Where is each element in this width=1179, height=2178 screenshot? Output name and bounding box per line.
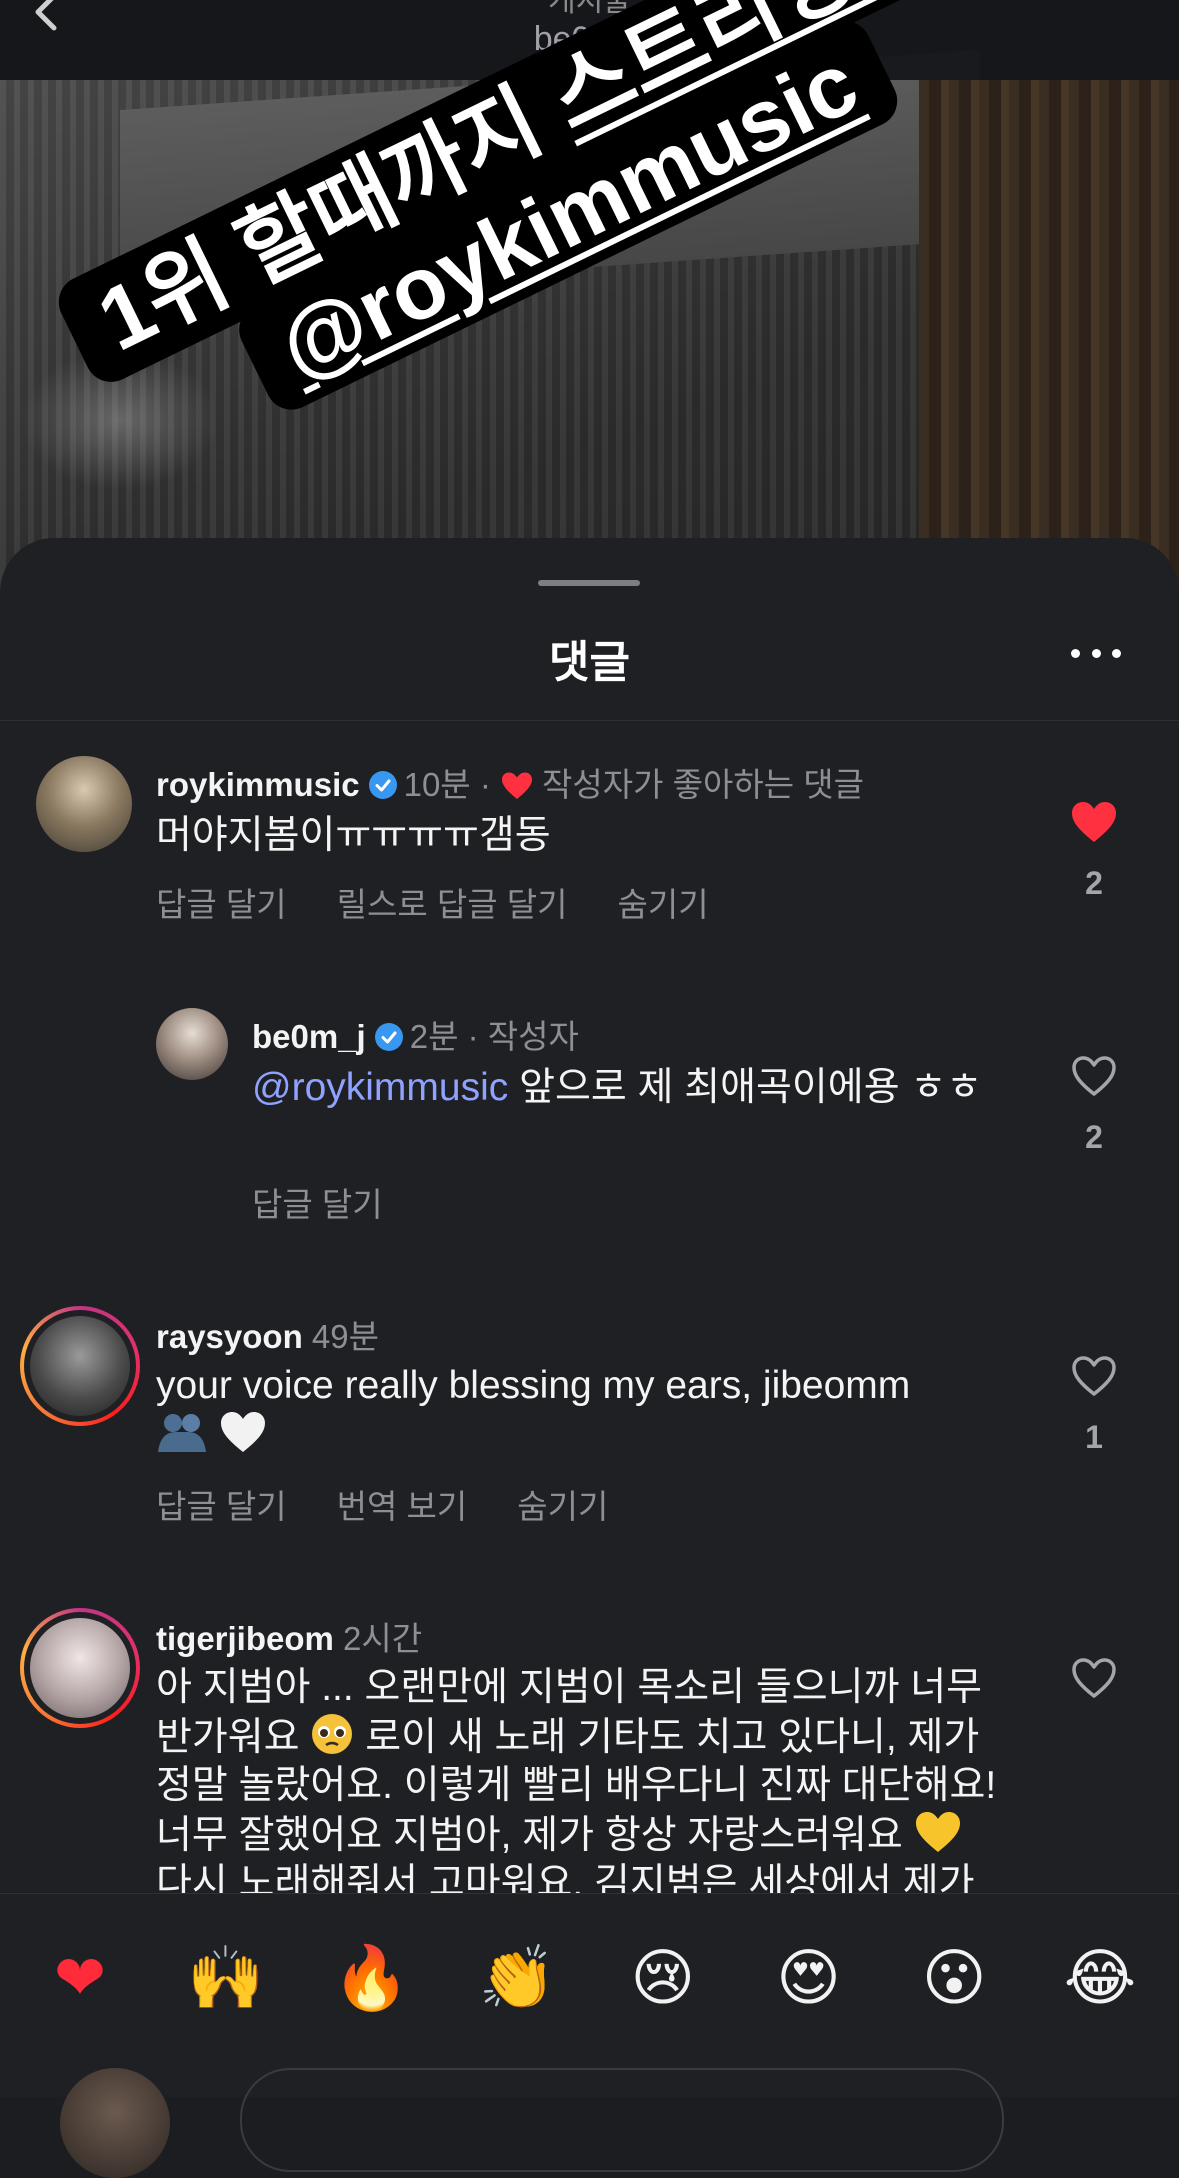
hide-button[interactable]: 숨기기 xyxy=(617,886,708,923)
people-hugging-icon xyxy=(158,1414,206,1452)
author-liked-label: 작성자가 좋아하는 댓글 xyxy=(542,766,864,803)
verified-badge-icon xyxy=(368,771,397,799)
raising-hands-icon[interactable]: 🙌 xyxy=(186,1938,266,2018)
comment-text: 머야지봄이ㅠㅠㅠㅠ갬동 xyxy=(156,814,551,857)
mention-link[interactable]: @roykimmusic xyxy=(252,1066,508,1109)
pleading-face-icon xyxy=(312,1714,353,1754)
white-heart-icon xyxy=(220,1412,265,1452)
tears-of-joy-icon[interactable]: 😂 xyxy=(1060,1938,1140,2018)
verified-badge-icon xyxy=(374,1023,403,1051)
like-count: 1 xyxy=(1085,1419,1103,1455)
surprised-face-icon[interactable]: 😮 xyxy=(914,1938,994,2018)
heart-eyes-icon[interactable]: 😍 xyxy=(769,1938,849,2018)
hide-button[interactable]: 숨기기 xyxy=(517,1488,608,1525)
reply-button[interactable]: 답글 달기 xyxy=(156,886,287,923)
sheet-grabber[interactable] xyxy=(538,580,640,586)
more-options-icon[interactable] xyxy=(1071,646,1121,660)
heart-filled-icon[interactable] xyxy=(1070,800,1118,844)
avatar xyxy=(30,1316,130,1416)
heart-outline-icon[interactable] xyxy=(1070,1054,1118,1098)
heart-outline-icon[interactable] xyxy=(1070,1354,1118,1398)
comment-time: 10분 xyxy=(403,766,471,803)
avatar xyxy=(30,1618,130,1718)
avatar-story-ring[interactable] xyxy=(20,1608,140,1728)
translate-button[interactable]: 번역 보기 xyxy=(337,1488,468,1525)
like-count: 2 xyxy=(1085,1119,1103,1155)
comment-text: 아 지범아 ... 오랜만에 지범이 목소리 들으니까 너무 반가워요 로이 새… xyxy=(156,1666,997,1905)
clapping-hands-icon[interactable]: 👏 xyxy=(477,1938,557,2018)
comment-input[interactable] xyxy=(240,2068,1004,2172)
comment-username[interactable]: tigerjibeom xyxy=(156,1620,334,1657)
comment-time: 2분 xyxy=(409,1018,459,1055)
reply-button[interactable]: 답글 달기 xyxy=(252,1186,383,1223)
sheet-title: 댓글 xyxy=(549,638,630,687)
author-role-label: 작성자 xyxy=(487,1018,579,1055)
heart-outline-icon[interactable] xyxy=(1070,1656,1118,1700)
red-heart-icon[interactable]: ❤ xyxy=(40,1938,120,2018)
comment-text: your voice really blessing my ears, jibe… xyxy=(156,1362,956,1460)
reels-reply-button[interactable]: 릴스로 답글 달기 xyxy=(337,886,568,923)
avatar[interactable] xyxy=(36,756,132,852)
comment-username[interactable]: roykimmusic xyxy=(156,766,360,803)
divider xyxy=(0,720,1179,721)
emoji-reaction-bar: ❤ 🙌 🔥 👏 😢 😍 😮 😂 xyxy=(0,1893,1179,2097)
crying-face-icon[interactable]: 😢 xyxy=(623,1938,703,2018)
comment-username[interactable]: be0m_j xyxy=(252,1018,366,1055)
fire-icon[interactable]: 🔥 xyxy=(331,1938,411,2018)
compose-avatar xyxy=(60,2068,170,2178)
comment-time: 2시간 xyxy=(343,1620,423,1657)
reply-button[interactable]: 답글 달기 xyxy=(156,1488,287,1525)
comment-text: @roykimmusic 앞으로 제 최애곡이에용 ㅎㅎ xyxy=(252,1066,983,1109)
author-liked-heart-icon xyxy=(502,772,532,799)
yellow-heart-icon xyxy=(915,1812,960,1852)
avatar[interactable] xyxy=(156,1008,228,1080)
comment-time: 49분 xyxy=(311,1318,379,1355)
comment-username[interactable]: raysyoon xyxy=(156,1318,303,1355)
avatar-story-ring[interactable] xyxy=(20,1306,140,1426)
like-count: 2 xyxy=(1085,865,1103,901)
